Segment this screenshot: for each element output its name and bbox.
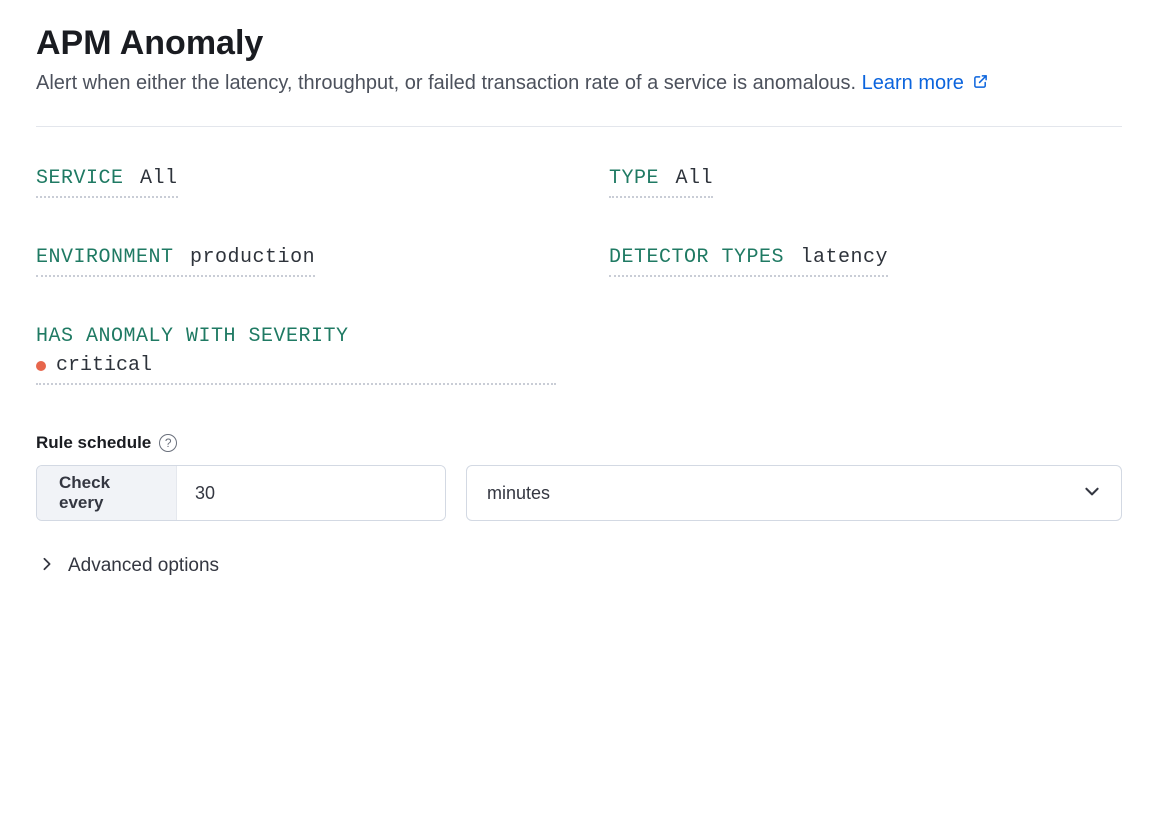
severity-field[interactable]: HAS ANOMALY WITH SEVERITY critical	[36, 325, 1122, 385]
help-icon[interactable]: ?	[159, 434, 177, 452]
rule-schedule-title: Rule schedule	[36, 433, 151, 453]
interval-prefix-label: Check every	[37, 466, 177, 520]
type-label: TYPE	[609, 167, 659, 190]
interval-unit-value: minutes	[487, 483, 550, 504]
description-text: Alert when either the latency, throughpu…	[36, 72, 856, 94]
advanced-options-label: Advanced options	[68, 555, 219, 577]
detector-types-label: DETECTOR TYPES	[609, 246, 784, 269]
detector-types-value: latency	[801, 246, 889, 269]
interval-input[interactable]	[177, 466, 445, 520]
external-link-icon	[973, 69, 988, 98]
learn-more-label: Learn more	[862, 72, 964, 94]
detector-types-field[interactable]: DETECTOR TYPES latency	[609, 246, 1122, 277]
environment-label: ENVIRONMENT	[36, 246, 174, 269]
environment-value: production	[190, 246, 315, 269]
service-field[interactable]: SERVICE All	[36, 167, 549, 198]
learn-more-link[interactable]: Learn more	[862, 72, 989, 94]
service-label: SERVICE	[36, 167, 124, 190]
environment-field[interactable]: ENVIRONMENT production	[36, 246, 549, 277]
rule-fields: SERVICE All TYPE All ENVIRONMENT product…	[36, 167, 1122, 385]
page-description: Alert when either the latency, throughpu…	[36, 69, 1122, 98]
page-title: APM Anomaly	[36, 24, 1122, 63]
severity-label: HAS ANOMALY WITH SEVERITY	[36, 325, 556, 348]
service-value: All	[140, 167, 178, 190]
advanced-options-toggle[interactable]: Advanced options	[36, 555, 1122, 577]
type-value: All	[676, 167, 714, 190]
rule-header: APM Anomaly Alert when either the latenc…	[36, 24, 1122, 98]
interval-input-group: Check every	[36, 465, 446, 521]
severity-dot-icon	[36, 361, 46, 371]
chevron-down-icon	[1083, 482, 1101, 505]
severity-value: critical	[56, 354, 152, 377]
interval-unit-select[interactable]: minutes	[466, 465, 1122, 521]
rule-schedule-section: Rule schedule ? Check every minutes Adva…	[36, 433, 1122, 577]
chevron-right-icon	[40, 555, 54, 577]
divider	[36, 126, 1122, 127]
type-field[interactable]: TYPE All	[609, 167, 1122, 198]
